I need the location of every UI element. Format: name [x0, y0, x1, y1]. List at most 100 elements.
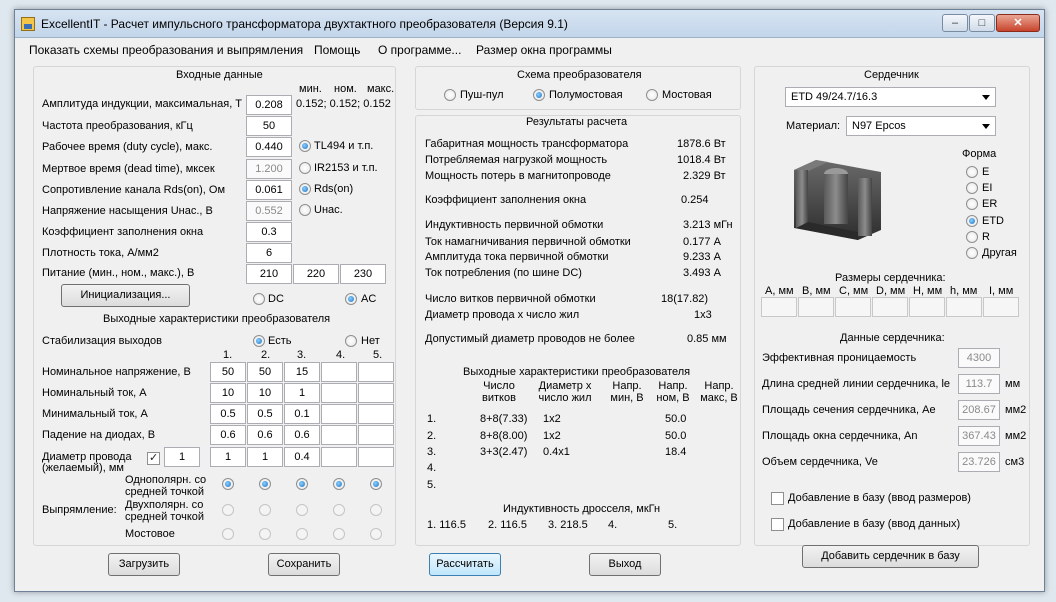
frequency-field[interactable]: 50: [246, 116, 292, 136]
out-field[interactable]: [358, 425, 394, 445]
rect-radio[interactable]: [296, 478, 308, 490]
rect-radio[interactable]: [222, 528, 234, 540]
rect-radio[interactable]: [333, 478, 345, 490]
dim-field-b[interactable]: [798, 297, 834, 317]
dim-field-c[interactable]: [835, 297, 871, 317]
supply-nom-field[interactable]: 220: [293, 264, 339, 284]
menu-about[interactable]: О программе...: [378, 43, 461, 57]
induction-field[interactable]: 0.208: [246, 95, 292, 115]
stab-no-label: Нет: [361, 335, 380, 347]
out-field[interactable]: 0.5: [247, 404, 283, 424]
rect-radio[interactable]: [370, 504, 382, 516]
out-field[interactable]: [358, 362, 394, 382]
init-button[interactable]: Инициализация...: [61, 284, 190, 307]
out-field[interactable]: [321, 362, 357, 382]
out-field[interactable]: 10: [210, 383, 246, 403]
shape-e-radio[interactable]: [966, 166, 978, 178]
exit-button[interactable]: Выход: [589, 553, 661, 576]
core-param-field[interactable]: 367.43: [958, 426, 1000, 446]
dim-field-h-small[interactable]: [946, 297, 982, 317]
rect-radio[interactable]: [333, 504, 345, 516]
menu-window-size[interactable]: Размер окна программы: [476, 43, 612, 57]
shape-er-radio[interactable]: [966, 198, 978, 210]
out-field[interactable]: [321, 404, 357, 424]
add-dims-checkbox[interactable]: [771, 492, 784, 505]
menu-help[interactable]: Помощь: [314, 43, 360, 57]
ac-radio[interactable]: [345, 293, 357, 305]
add-data-checkbox[interactable]: [771, 518, 784, 531]
usat-radio[interactable]: [299, 204, 311, 216]
out-field[interactable]: [321, 383, 357, 403]
rect-radio[interactable]: [259, 528, 271, 540]
shape-r-radio[interactable]: [966, 231, 978, 243]
out-field[interactable]: 0.6: [247, 425, 283, 445]
dim-field-i[interactable]: [983, 297, 1019, 317]
wire-checkbox[interactable]: [147, 451, 160, 465]
dim-field-h[interactable]: [909, 297, 945, 317]
ir2153-radio[interactable]: [299, 162, 311, 174]
core-param-field[interactable]: 208.67: [958, 400, 1000, 420]
out-field[interactable]: 50: [247, 362, 283, 382]
out-field[interactable]: 0.4: [284, 447, 320, 467]
save-button[interactable]: Сохранить: [268, 553, 340, 576]
out-field[interactable]: 10: [247, 383, 283, 403]
dead-time-field[interactable]: 1.200: [246, 159, 292, 179]
calculate-button[interactable]: Рассчитать: [429, 553, 501, 576]
out-field[interactable]: 15: [284, 362, 320, 382]
out-field[interactable]: [358, 404, 394, 424]
shape-ei-radio[interactable]: [966, 182, 978, 194]
out-field[interactable]: [358, 383, 394, 403]
current-density-field[interactable]: 6: [246, 243, 292, 263]
usat-field[interactable]: 0.552: [246, 201, 292, 221]
add-core-button[interactable]: Добавить сердечник в базу: [802, 545, 979, 568]
shape-other-radio[interactable]: [966, 247, 978, 259]
rect-radio[interactable]: [259, 478, 271, 490]
dim-field-d[interactable]: [872, 297, 908, 317]
tl494-radio[interactable]: [299, 140, 311, 152]
out-field[interactable]: 50: [210, 362, 246, 382]
core-param-field[interactable]: 4300: [958, 348, 1000, 368]
out-field[interactable]: 1: [284, 383, 320, 403]
duty-cycle-field[interactable]: 0.440: [246, 137, 292, 157]
core-param-field[interactable]: 23.726: [958, 452, 1000, 472]
dc-radio[interactable]: [253, 293, 265, 305]
rect-radio[interactable]: [222, 504, 234, 516]
rds-field[interactable]: 0.061: [246, 180, 292, 200]
rect-radio[interactable]: [222, 478, 234, 490]
close-button[interactable]: ✕: [996, 14, 1040, 32]
out-field[interactable]: 1: [210, 447, 246, 467]
dim-field-a[interactable]: [761, 297, 797, 317]
rds-radio[interactable]: [299, 183, 311, 195]
supply-max-field[interactable]: 230: [340, 264, 386, 284]
rect-radio[interactable]: [370, 528, 382, 540]
out-field[interactable]: [321, 425, 357, 445]
material-select[interactable]: N97 Epcos: [846, 116, 996, 136]
rect-radio[interactable]: [333, 528, 345, 540]
wire-check-field[interactable]: 1: [164, 447, 200, 467]
out-field[interactable]: 1: [247, 447, 283, 467]
load-button[interactable]: Загрузить: [108, 553, 180, 576]
core-select[interactable]: ETD 49/24.7/16.3: [785, 87, 996, 107]
fill-factor-field[interactable]: 0.3: [246, 222, 292, 242]
maximize-button[interactable]: □: [969, 14, 995, 32]
menu-show-schemes[interactable]: Показать схемы преобразования и выпрямле…: [29, 43, 303, 57]
core-param-field[interactable]: 113.7: [958, 374, 1000, 394]
stab-no-radio[interactable]: [345, 335, 357, 347]
out-field[interactable]: 0.6: [284, 425, 320, 445]
minimize-button[interactable]: ‒: [942, 14, 968, 32]
rect-radio[interactable]: [296, 504, 308, 516]
out-field[interactable]: 0.6: [210, 425, 246, 445]
rect-radio[interactable]: [370, 478, 382, 490]
out-field[interactable]: [321, 447, 357, 467]
scheme-halfbridge-radio[interactable]: [533, 89, 545, 101]
out-field[interactable]: 0.1: [284, 404, 320, 424]
out-field[interactable]: [358, 447, 394, 467]
rect-radio[interactable]: [259, 504, 271, 516]
scheme-bridge-radio[interactable]: [646, 89, 658, 101]
supply-min-field[interactable]: 210: [246, 264, 292, 284]
out-field[interactable]: 0.5: [210, 404, 246, 424]
stab-yes-radio[interactable]: [253, 335, 265, 347]
scheme-pushpull-radio[interactable]: [444, 89, 456, 101]
rect-radio[interactable]: [296, 528, 308, 540]
shape-etd-radio[interactable]: [966, 215, 978, 227]
